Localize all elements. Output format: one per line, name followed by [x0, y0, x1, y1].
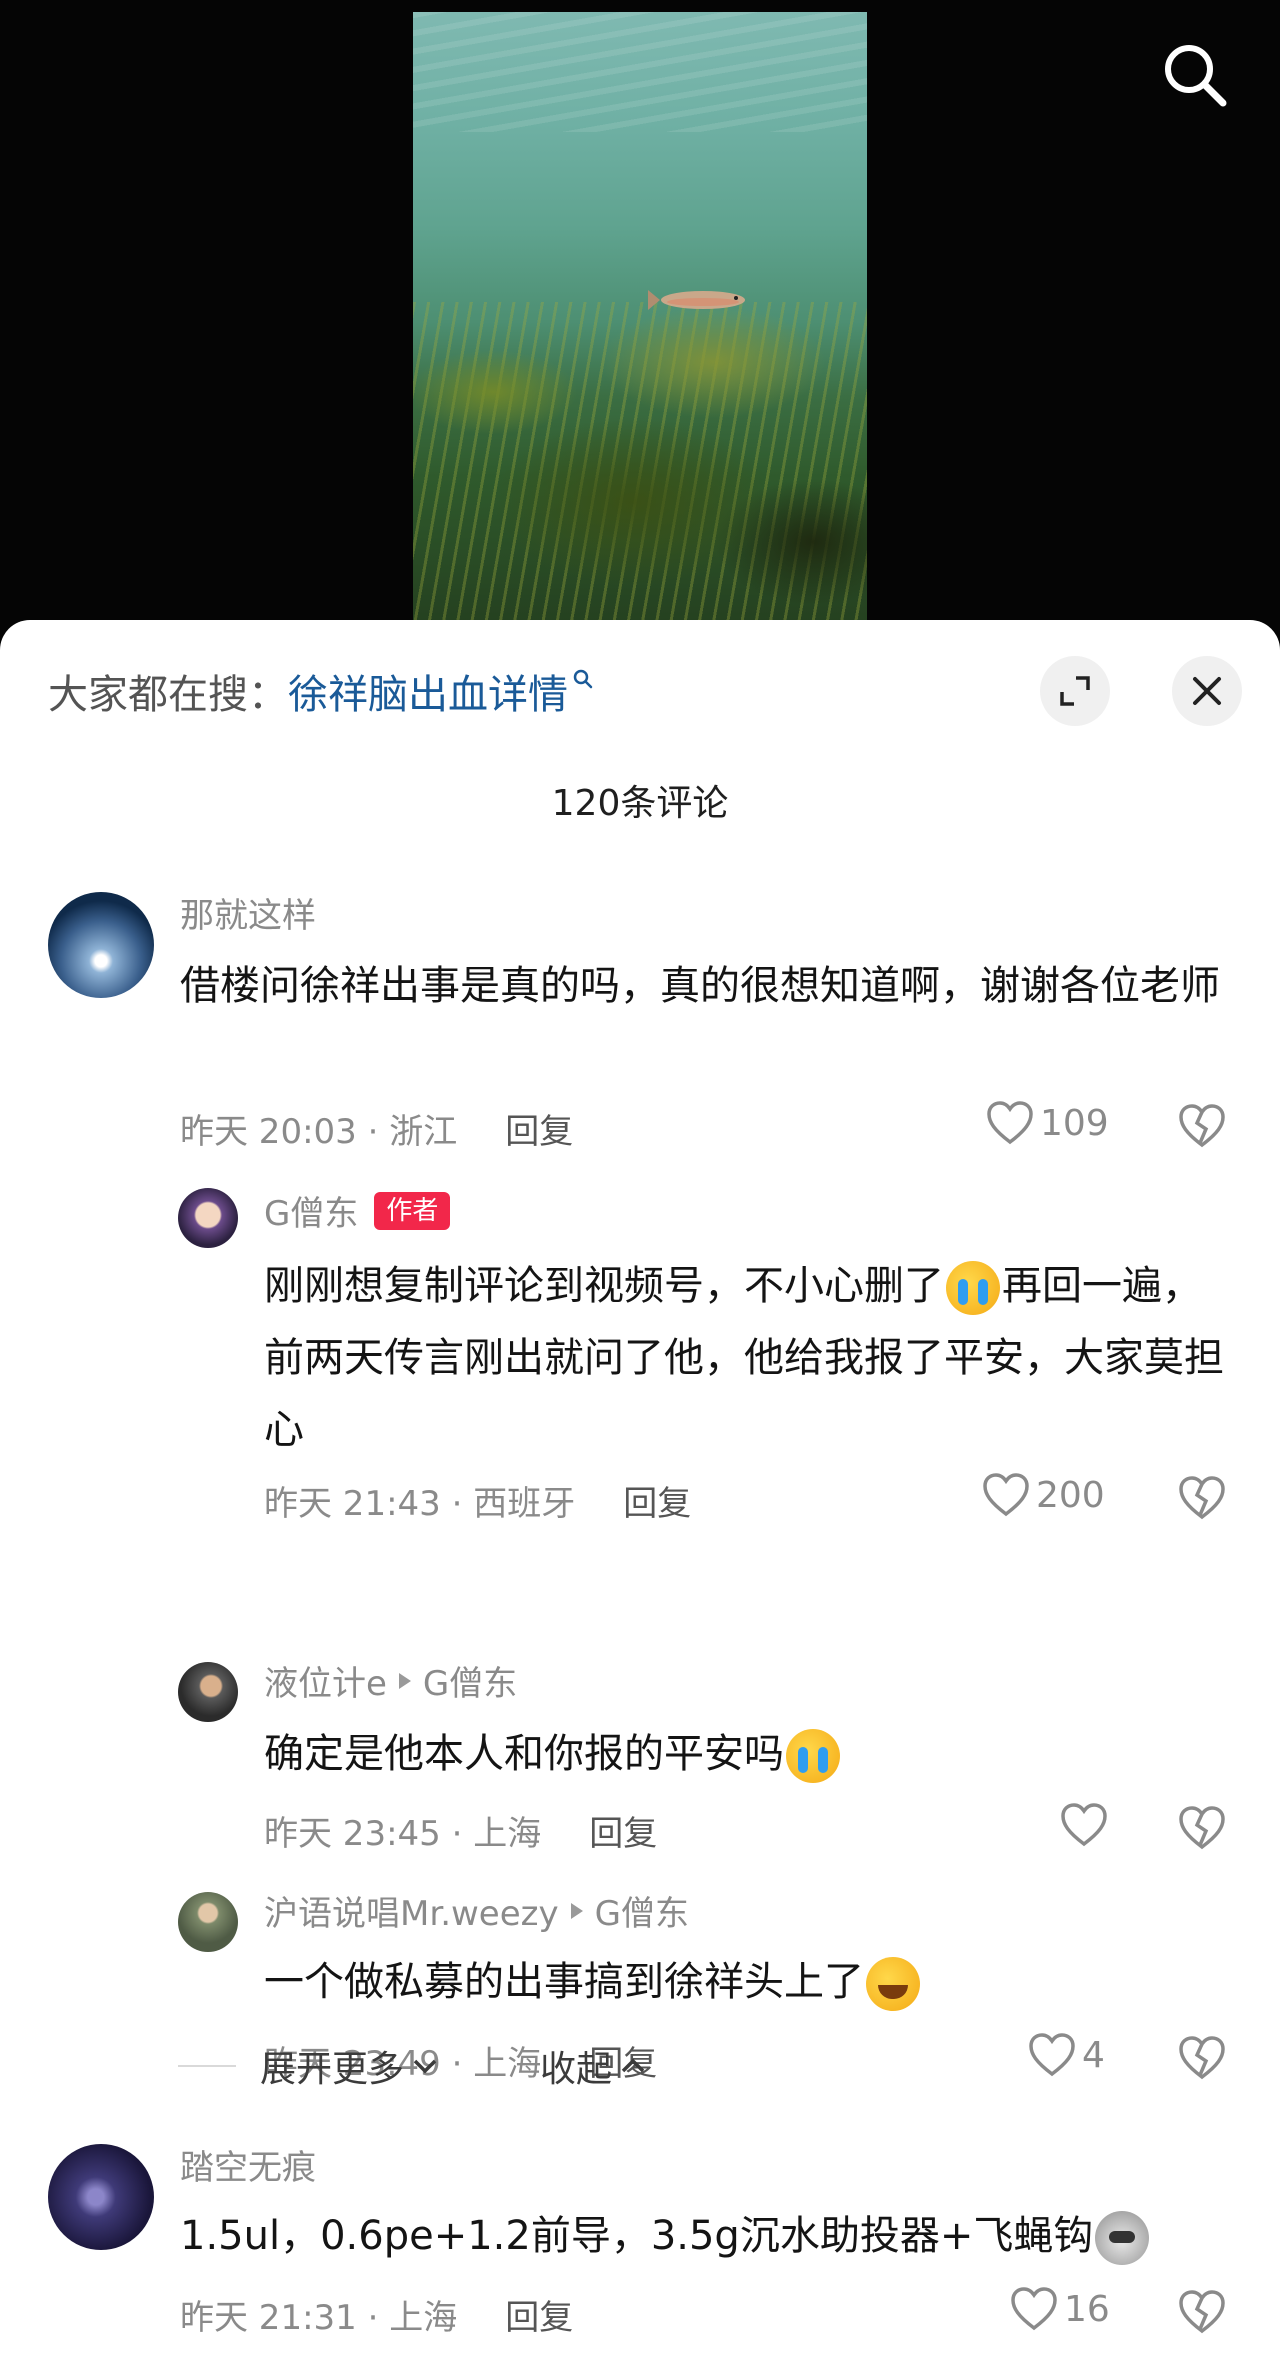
author-badge: 作者 — [374, 1191, 451, 1230]
heart-outline-icon — [1061, 1803, 1107, 1847]
heart-outline-icon — [987, 1101, 1033, 1145]
avatar[interactable] — [48, 2144, 154, 2250]
wolf-emoji-icon — [1095, 2211, 1150, 2265]
chevron-up-icon — [621, 2058, 645, 2073]
hot-search-link[interactable]: 徐祥脑出血详情 — [288, 672, 568, 718]
comments-sheet: 大家都在搜：徐祥脑出血详情 120条评论 那就这样 借楼问徐祥出事是真的吗，真的… — [0, 620, 1280, 2370]
comment-time-location: 昨天 21:31 · 上海 — [180, 2298, 458, 2338]
comment-text: 确定是他本人和你报的平安吗 — [264, 1718, 1224, 1790]
comment-author[interactable]: 踏空无痕 — [180, 2140, 316, 2189]
dislike-button[interactable] — [1178, 2289, 1226, 2339]
like-button[interactable] — [1060, 1802, 1114, 1848]
comment-author[interactable]: 液位计e G僧东 — [264, 1656, 517, 1705]
expand-button[interactable] — [1040, 656, 1110, 726]
fish-figure — [648, 290, 745, 310]
crying-emoji-icon — [946, 1261, 1000, 1315]
search-button[interactable] — [1160, 40, 1230, 110]
avatar[interactable] — [178, 1188, 238, 1248]
reply-button[interactable]: 回复 — [623, 1484, 691, 1524]
avatar[interactable] — [178, 1662, 238, 1722]
water-weeds — [413, 302, 867, 632]
like-count: 200 — [1036, 1474, 1105, 1516]
broken-heart-icon — [1179, 1806, 1225, 1850]
video-frame[interactable] — [413, 12, 867, 632]
comment-meta: 昨天 20:03 · 浙江 回复 — [180, 1104, 573, 1153]
laughing-emoji-icon — [866, 1957, 920, 2011]
broken-heart-icon — [1179, 2290, 1225, 2334]
dislike-button[interactable] — [1178, 1805, 1226, 1855]
expand-more-button[interactable]: 展开更多 — [260, 2040, 440, 2092]
like-count: 109 — [1040, 1102, 1109, 1144]
comment-time-location: 昨天 20:03 · 浙江 — [180, 1112, 458, 1152]
hot-search-bar: 大家都在搜：徐祥脑出血详情 — [48, 662, 594, 720]
dislike-button[interactable] — [1178, 2035, 1226, 2085]
like-count: 4 — [1082, 2034, 1105, 2076]
like-button[interactable]: 200 — [982, 1472, 1105, 1518]
comment-text: 一个做私募的出事搞到徐祥头上了 — [264, 1946, 1224, 2018]
heart-outline-icon — [983, 1473, 1029, 1517]
chevron-down-icon — [413, 2059, 437, 2074]
avatar[interactable] — [48, 892, 154, 998]
like-count: 16 — [1064, 2288, 1110, 2330]
comment-time-location: 昨天 23:45 · 上海 — [264, 1814, 542, 1854]
broken-heart-icon — [1179, 2036, 1225, 2080]
dislike-button[interactable] — [1178, 1475, 1226, 1525]
comment-meta: 昨天 21:43 · 西班牙 回复 — [264, 1476, 691, 1525]
comment-author[interactable]: 沪语说唱Mr.weezy G僧东 — [264, 1886, 689, 1935]
like-button[interactable]: 4 — [1028, 2032, 1105, 2078]
comment-meta: 昨天 23:45 · 上海 回复 — [264, 1806, 657, 1855]
small-search-icon — [573, 669, 593, 689]
comment-time-location: 昨天 21:43 · 西班牙 — [264, 1484, 576, 1524]
like-button[interactable]: 109 — [986, 1100, 1109, 1146]
close-icon — [1193, 677, 1221, 705]
broken-heart-icon — [1179, 1476, 1225, 1520]
search-icon — [1165, 45, 1227, 107]
comments-count-title: 120条评论 — [551, 783, 729, 824]
divider-line — [178, 2065, 236, 2067]
reply-button[interactable]: 回复 — [589, 1814, 657, 1854]
crying-emoji-icon — [786, 1729, 840, 1783]
comment-author[interactable]: G僧东 作者 — [264, 1186, 451, 1235]
comment-text: 刚刚想复制评论到视频号，不小心删了 再回一遍，前两天传言刚出就问了他，他给我报了平… — [264, 1261, 1224, 1453]
collapse-button[interactable]: 收起 — [540, 2040, 648, 2092]
comment-text: 1.5ul，0.6pe+1.2前导，3.5g沉水助投器+飞蝇钩 — [180, 2200, 1240, 2272]
reply-button[interactable]: 回复 — [505, 2298, 573, 2338]
water-surface — [413, 12, 867, 132]
expand-icon — [1060, 676, 1090, 706]
reply-arrow-icon — [398, 1672, 411, 1689]
heart-outline-icon — [1011, 2287, 1057, 2331]
reply-arrow-icon — [570, 1902, 583, 1919]
dislike-button[interactable] — [1178, 1103, 1226, 1153]
comment-author[interactable]: 那就这样 — [180, 888, 316, 937]
thread-controls-row: 展开更多 收起 — [178, 2036, 648, 2096]
hot-search-label: 大家都在搜： — [48, 672, 288, 718]
like-button[interactable]: 16 — [1010, 2286, 1110, 2332]
comment-text: 借楼问徐祥出事是真的吗，真的很想知道啊，谢谢各位老师 — [180, 963, 1220, 1009]
close-button[interactable] — [1172, 656, 1242, 726]
heart-outline-icon — [1029, 2033, 1075, 2077]
video-player[interactable] — [0, 0, 1280, 640]
comment-meta: 昨天 21:31 · 上海 回复 — [180, 2290, 573, 2339]
avatar[interactable] — [178, 1892, 238, 1952]
broken-heart-icon — [1179, 1104, 1225, 1148]
reply-button[interactable]: 回复 — [505, 1112, 573, 1152]
